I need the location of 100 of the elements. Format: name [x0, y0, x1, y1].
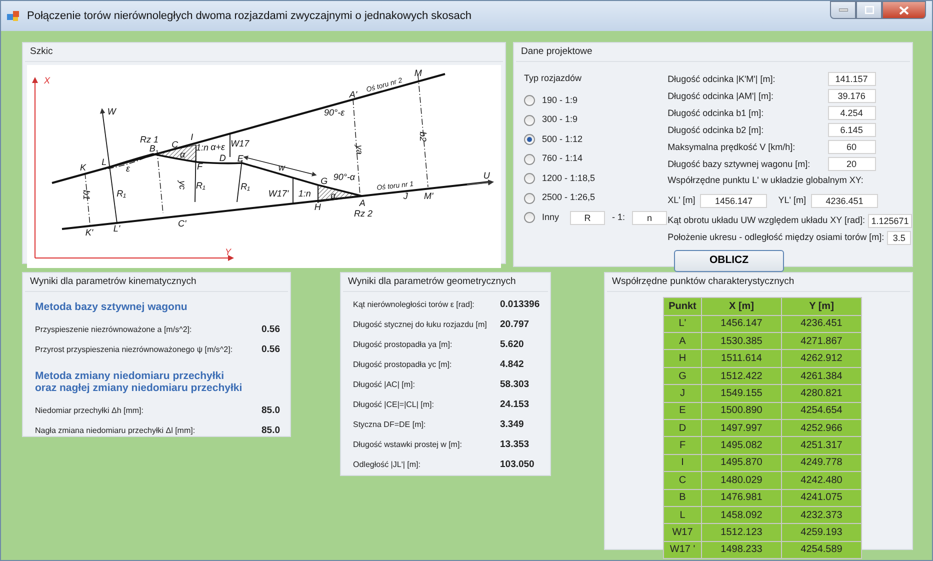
value-field[interactable]: 20	[828, 157, 876, 172]
radio-button[interactable]	[524, 154, 535, 164]
calculate-button[interactable]: OBLICZ	[674, 250, 784, 272]
field-label: YL' [m]	[778, 194, 806, 207]
sketch-label: M'	[424, 191, 434, 202]
result-value: 0.56	[262, 322, 280, 337]
sketch-label: α+ε	[210, 142, 225, 152]
sketch-label: F	[197, 162, 202, 172]
table-cell: 4232.373	[782, 506, 862, 524]
sketch-label: b1	[81, 190, 92, 200]
field-label: Długość odcinka |K'M'| [m]:	[668, 72, 776, 86]
sketch-label: H	[314, 202, 321, 212]
table-cell: 4236.451	[782, 315, 862, 333]
column-header: Y [m]	[782, 298, 862, 316]
result-label: Styczna DF=DE [m]:	[353, 419, 427, 432]
table-cell: 1549.155	[702, 384, 782, 402]
value-field[interactable]: 39.176	[828, 89, 876, 104]
value-field[interactable]: 60	[828, 140, 876, 154]
minimize-icon	[838, 8, 848, 12]
sketch-label: A'	[349, 90, 358, 100]
result-value: 5.620	[500, 338, 524, 352]
window-title: Połączenie torów nierównoległych dwoma rozjazdami zwyczajnymi o jednakowych skosach	[27, 8, 472, 24]
radio-button[interactable]	[524, 114, 535, 126]
panel-title: Współrzędne punktów charakterystycznych	[607, 273, 910, 292]
table-cell: G	[664, 367, 702, 385]
radio-label: Inny	[542, 211, 560, 224]
table-cell: W17	[664, 524, 702, 542]
value-field[interactable]: 1.125671	[868, 214, 912, 228]
result-label: Długość wstawki prostej w [m]:	[353, 439, 463, 452]
result-value: 103.050	[500, 458, 534, 472]
table-cell: W17 '	[664, 541, 702, 559]
field-label: Długość bazy sztywnej wagonu [m]:	[668, 158, 812, 171]
result-label: Przyrost przyspieszenia niezrównoważonego ψ [m/s^2]:	[35, 344, 233, 356]
table-cell: 1497.997	[702, 419, 782, 437]
table-cell: H	[664, 350, 702, 368]
result-label: Długość stycznej do łuku rozjazdu [m]	[353, 319, 488, 332]
radio-button[interactable]	[524, 173, 535, 184]
maximize-button[interactable]	[856, 1, 882, 19]
radio-label: 1200 - 1:18,5	[542, 172, 596, 185]
sketch-label: W17	[230, 138, 250, 149]
field-label: Długość odcinka b1 [m]:	[668, 106, 765, 120]
ratio-field[interactable]: n	[632, 210, 668, 225]
table-cell: 4252.966	[782, 419, 862, 437]
radius-field[interactable]: R	[570, 210, 606, 225]
result-value: 4.842	[500, 358, 524, 372]
value-field[interactable]: 3.5	[887, 230, 912, 245]
table-cell: C	[664, 472, 702, 490]
sketch-label: D	[219, 153, 226, 164]
field-label: Współrzędne punktu L' w układzie globalnym XY:	[668, 174, 864, 188]
sketch-label: B	[149, 144, 156, 154]
table-cell: D	[664, 419, 702, 437]
result-label: Odległość |JL'| [m]:	[353, 459, 422, 472]
table-cell: 4280.821	[782, 384, 862, 402]
value-field[interactable]: 4236.451	[811, 194, 878, 208]
radio-label: 2500 - 1:26,5	[542, 191, 596, 204]
result-value: 85.0	[262, 404, 280, 418]
column-header: X [m]	[702, 298, 782, 316]
radio-label: 500 - 1:12	[542, 132, 583, 146]
table-cell: J	[664, 384, 702, 402]
close-button[interactable]	[882, 1, 926, 19]
panel-title: Wyniki dla parametrów geometrycznych	[343, 273, 548, 292]
table-cell: 1476.981	[702, 489, 782, 506]
value-field[interactable]: 141.157	[828, 72, 876, 86]
table-cell: E	[664, 402, 702, 420]
table-cell: 1480.029	[702, 472, 782, 490]
minimize-button[interactable]	[830, 1, 856, 19]
panel-title: Wyniki dla parametrów kinematycznych	[25, 273, 288, 292]
radio-button[interactable]	[524, 95, 535, 106]
sketch-label: L	[102, 157, 107, 168]
table-cell: A	[664, 332, 702, 350]
sketch-label: W17'	[268, 188, 289, 199]
sketch-label: R₁	[196, 180, 206, 191]
sketch-label: ε	[126, 164, 130, 174]
result-label: Długość |AC| [m]:	[353, 379, 416, 392]
result-value: 85.0	[262, 424, 280, 438]
column-header: Punkt	[664, 298, 702, 316]
result-value: 24.153	[500, 398, 530, 412]
ratio-separator: - 1:	[612, 211, 626, 224]
table-cell: 4254.589	[782, 541, 862, 559]
section-heading: Metoda bazy sztywnej wagonu	[35, 301, 188, 314]
value-field[interactable]: 4.254	[828, 106, 876, 120]
result-label: Długość prostopadła ya [m]:	[353, 339, 454, 352]
sketch-label: Y	[225, 247, 232, 258]
radio-button[interactable]	[524, 134, 535, 145]
value-field[interactable]: 6.145	[828, 123, 876, 138]
sketch-label: A	[359, 198, 366, 208]
sketch-label: 90°-ε	[324, 108, 345, 118]
sketch-label: K	[80, 162, 86, 173]
radio-button[interactable]	[524, 212, 535, 224]
result-value: 0.56	[262, 342, 280, 357]
sketch-label: ya	[354, 145, 365, 155]
radio-button[interactable]	[524, 192, 535, 204]
radio-label: 190 - 1:9	[542, 94, 578, 107]
field-label: XL' [m]	[668, 194, 696, 207]
group-label: Typ rozjazdów	[524, 72, 583, 86]
table-cell: 1500.890	[702, 402, 782, 420]
table-cell: 4242.480	[782, 472, 862, 490]
table-cell: 1511.614	[702, 350, 782, 368]
value-field[interactable]: 1456.147	[700, 194, 768, 208]
table-cell: 4259.193	[782, 524, 862, 542]
